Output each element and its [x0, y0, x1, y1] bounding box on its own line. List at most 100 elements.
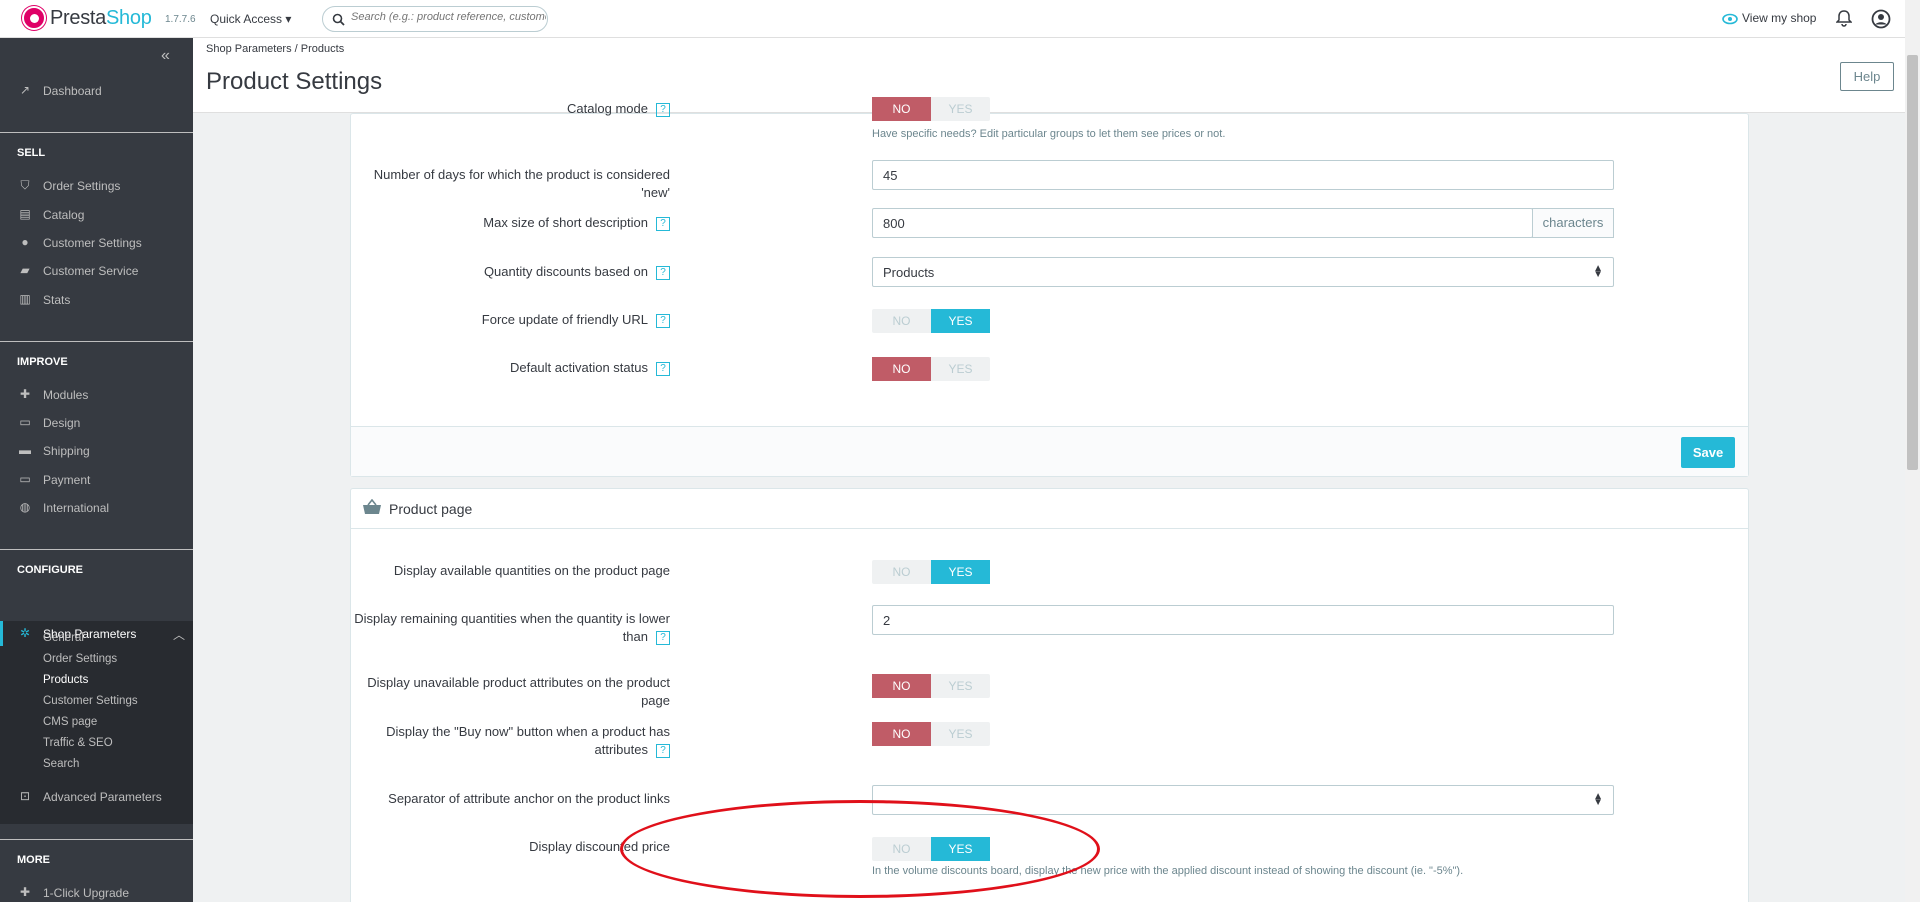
sidebar-item-modules[interactable]: ✚ Modules — [0, 384, 193, 406]
sidebar-item-international[interactable]: ◍ International — [0, 497, 193, 519]
breadcrumb: Shop Parameters / Products — [206, 43, 345, 55]
section-more: MORE — [17, 854, 50, 866]
general-settings-panel: Catalog mode? NO YES Have specific needs?… — [350, 97, 1749, 477]
buy-now-label: Display the "Buy now" button when a prod… — [386, 724, 670, 758]
search-bar[interactable] — [322, 6, 548, 32]
annotation-ellipse — [620, 800, 1100, 898]
section-configure: CONFIGURE — [17, 564, 83, 576]
page-header: Shop Parameters / Products Product Setti… — [193, 38, 1905, 113]
sidebar-item-payment[interactable]: ▭ Payment — [0, 469, 193, 491]
divider — [0, 839, 193, 840]
sub-item-products[interactable]: Products — [43, 674, 88, 686]
buy-now-toggle[interactable]: NO YES — [872, 722, 990, 746]
sidebar-item-customer-service[interactable]: ▰ Customer Service — [0, 260, 193, 282]
version-label: 1.7.7.6 — [165, 14, 196, 25]
catalog-mode-toggle[interactable]: NO YES — [872, 97, 990, 121]
settings-box-icon: ⊡ — [19, 789, 31, 803]
help-button[interactable]: Help — [1840, 62, 1894, 91]
search-input[interactable] — [351, 11, 546, 23]
sidebar-item-orders[interactable]: ⛉ Order Settings — [0, 175, 193, 197]
puzzle-icon: ✚ — [19, 885, 31, 899]
sub-item-search[interactable]: Search — [43, 758, 79, 770]
search-icon — [332, 13, 345, 26]
help-icon[interactable]: ? — [656, 361, 670, 376]
page-scrollbar[interactable] — [1905, 0, 1920, 902]
days-new-input[interactable]: 45 — [872, 160, 1614, 190]
product-page-header: Product page — [351, 489, 1748, 529]
quick-access-dropdown[interactable]: Quick Access ▾ — [210, 12, 291, 26]
default-status-label: Default activation status? — [510, 359, 670, 377]
default-status-toggle[interactable]: NO YES — [872, 357, 990, 381]
catalog-mode-label: Catalog mode? — [567, 100, 670, 118]
user-avatar-icon[interactable] — [1871, 9, 1891, 29]
characters-addon: characters — [1532, 208, 1614, 238]
sub-item-customer-settings[interactable]: Customer Settings — [43, 695, 138, 707]
force-url-label: Force update of friendly URL? — [482, 311, 670, 329]
help-icon[interactable]: ? — [656, 313, 670, 328]
unavail-attr-toggle[interactable]: NO YES — [872, 674, 990, 698]
view-my-shop-label: View my shop — [1742, 11, 1817, 25]
sidebar-item-catalog[interactable]: ▤ Catalog — [0, 204, 193, 226]
sidebar-item-dashboard[interactable]: ↗ Dashboard — [0, 80, 193, 102]
trending-up-icon: ↗ — [19, 83, 31, 97]
sidebar-item-customers[interactable]: ● Customer Settings — [0, 232, 193, 254]
account-circle-icon: ● — [21, 235, 29, 249]
divider — [0, 341, 193, 342]
panel-footer: Save — [351, 426, 1748, 476]
divider — [0, 549, 193, 550]
short-desc-label: Max size of short description? — [483, 214, 670, 232]
store-icon: ▤ — [19, 207, 31, 221]
section-sell: SELL — [17, 147, 46, 159]
sidebar-item-upgrade[interactable]: ✚ 1-Click Upgrade — [0, 882, 193, 902]
separator-label: Separator of attribute anchor on the pro… — [388, 791, 670, 806]
catalog-mode-hint: Have specific needs? Edit particular gro… — [872, 128, 1226, 140]
remaining-qty-label: Display remaining quantities when the qu… — [354, 611, 670, 645]
chevron-up-icon: ︿ — [173, 628, 186, 642]
sub-item-order-settings[interactable]: Order Settings — [43, 653, 117, 665]
help-icon[interactable]: ? — [656, 102, 670, 117]
qty-discount-label: Quantity discounts based on? — [484, 263, 670, 281]
sub-item-cms-page[interactable]: CMS page — [43, 716, 97, 728]
sub-item-traffic-seo[interactable]: Traffic & SEO — [43, 737, 113, 749]
select-arrows-icon: ▲ ▼ — [1593, 791, 1603, 808]
chart-icon: ▥ — [19, 292, 31, 306]
breadcrumb-products: Products — [300, 43, 345, 55]
brand-name[interactable]: PrestaShop — [50, 7, 152, 30]
breadcrumb-shop-parameters[interactable]: Shop Parameters — [206, 43, 292, 55]
help-icon[interactable]: ? — [656, 216, 670, 231]
puzzle-icon: ✚ — [19, 387, 31, 401]
save-button[interactable]: Save — [1681, 437, 1735, 468]
bell-icon[interactable] — [1836, 9, 1852, 27]
credit-card-icon: ▭ — [19, 472, 31, 486]
sidebar-item-advanced-parameters[interactable]: ⊡ Advanced Parameters — [0, 786, 193, 808]
scrollbar-thumb[interactable] — [1907, 55, 1918, 470]
prestashop-logo-icon[interactable] — [22, 6, 46, 30]
product-page-title: Product page — [389, 501, 473, 517]
sidebar-item-shipping[interactable]: ▬ Shipping — [0, 440, 193, 462]
help-icon[interactable]: ? — [656, 265, 670, 280]
basket-icon — [363, 499, 381, 514]
help-icon[interactable]: ? — [656, 743, 670, 758]
monitor-icon: ▭ — [19, 415, 31, 429]
eye-icon — [1722, 13, 1738, 25]
divider — [0, 132, 193, 133]
select-arrows-icon: ▲ ▼ — [1593, 263, 1603, 280]
force-url-toggle[interactable]: NO YES — [872, 309, 990, 333]
sidebar-item-shop-parameters[interactable]: ✲ Shop Parameters ︿ — [0, 623, 193, 645]
chat-icon: ▰ — [20, 263, 30, 277]
unavail-attr-label: Display unavailable product attributes o… — [367, 675, 670, 708]
help-icon[interactable]: ? — [656, 630, 670, 645]
remaining-qty-input[interactable]: 2 — [872, 605, 1614, 635]
view-my-shop-link[interactable]: View my shop — [1722, 11, 1816, 25]
short-desc-input[interactable]: 800 — [872, 208, 1533, 238]
truck-icon: ▬ — [19, 443, 31, 457]
qty-discount-select[interactable]: Products ▲ ▼ — [872, 257, 1614, 287]
sub-item-general[interactable]: General — [43, 632, 84, 644]
sidebar-item-stats[interactable]: ▥ Stats — [0, 289, 193, 311]
sidebar-item-design[interactable]: ▭ Design — [0, 412, 193, 434]
section-improve: IMPROVE — [17, 356, 68, 368]
avail-qty-toggle[interactable]: NO YES — [872, 560, 990, 584]
gear-icon: ✲ — [19, 626, 31, 640]
days-new-label: Number of days for which the product is … — [373, 167, 670, 200]
collapse-sidebar-icon[interactable]: « — [161, 47, 170, 65]
